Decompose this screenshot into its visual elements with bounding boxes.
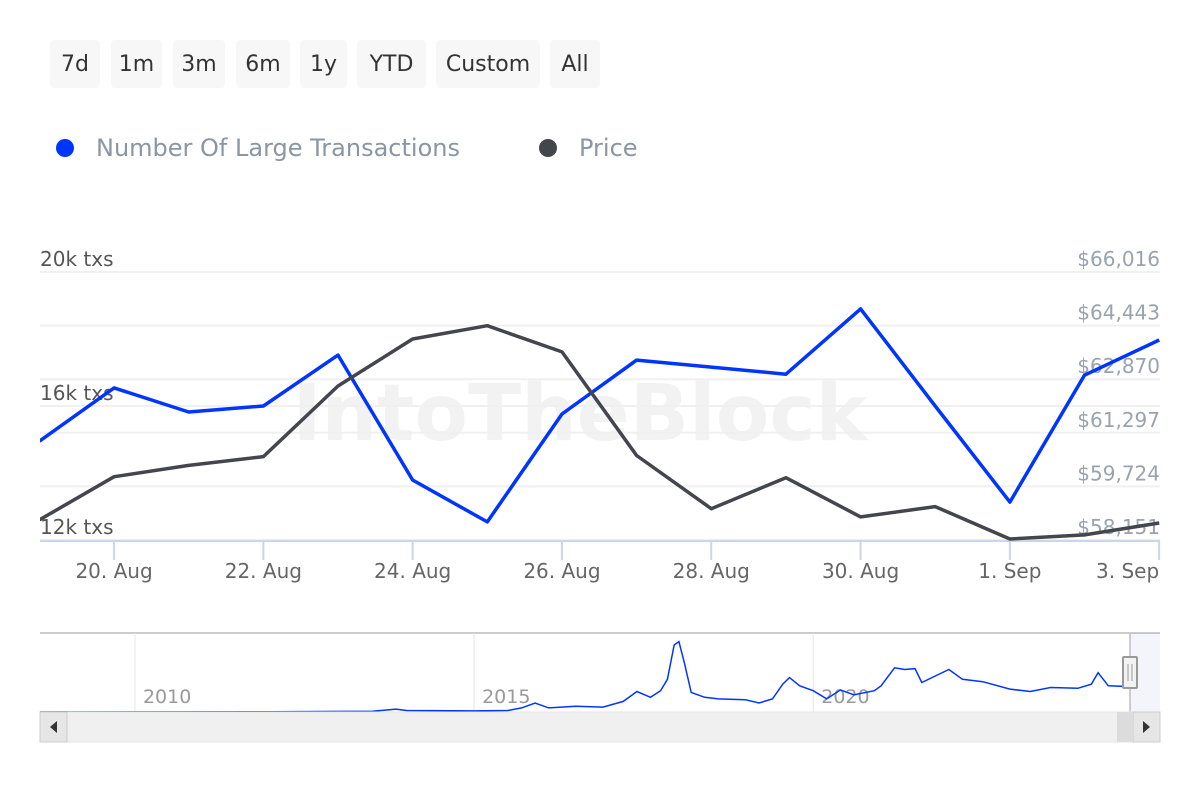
navigator-tick-label: 2010 (143, 686, 191, 708)
navigator-handle[interactable] (1122, 656, 1138, 689)
watermark-logo: IntoTheBlock (293, 369, 870, 459)
x-tick-label: 24. Aug (374, 559, 451, 583)
x-tick-label: 3. Sep (1096, 559, 1159, 583)
y-left-tick-label: 20k txs (40, 247, 114, 271)
x-tick-label: 1. Sep (978, 559, 1041, 583)
y-right-tick-label: $64,443 (1077, 301, 1160, 325)
scrollbar-thumb[interactable] (67, 713, 1117, 741)
y-right-tick-label: $61,297 (1077, 408, 1160, 432)
navigator-tick-label: 2015 (482, 686, 530, 708)
y-right-tick-label: $66,016 (1077, 247, 1160, 271)
x-tick-label: 20. Aug (75, 559, 152, 583)
y-right-tick-label: $59,724 (1077, 461, 1160, 485)
scrollbar-thumb-end (1117, 712, 1133, 742)
chart: IntoTheBlock $66,016$64,443$62,870$61,29… (39, 247, 1161, 743)
y-left-tick-label: 16k txs (40, 381, 114, 405)
x-tick-label: 26. Aug (523, 559, 600, 583)
x-tick-label: 22. Aug (225, 559, 302, 583)
navigator-series-line (39, 640, 1131, 713)
y-left-tick-label: 12k txs (40, 515, 114, 539)
x-tick-label: 30. Aug (822, 559, 899, 583)
x-tick-label: 28. Aug (673, 559, 750, 583)
